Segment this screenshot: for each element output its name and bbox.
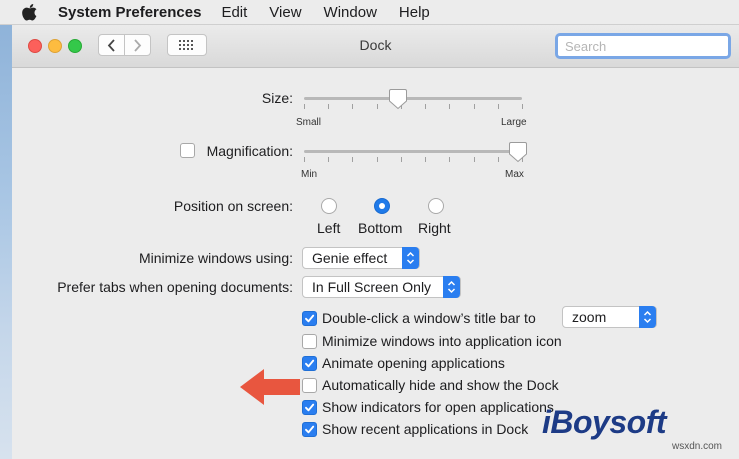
chevron-left-icon (107, 38, 115, 52)
magnification-max-label: Max (505, 169, 524, 180)
size-min-label: Small (296, 117, 322, 128)
prefer-tabs-popup[interactable]: In Full Screen Only (302, 276, 461, 298)
indicators-checkbox[interactable] (302, 400, 317, 415)
desktop-background (0, 25, 12, 459)
magnification-slider-track[interactable] (304, 150, 522, 153)
size-slider-tick (328, 104, 329, 109)
recent-apps-label: Show recent applications in Dock (322, 421, 529, 437)
position-right-label: Right (418, 220, 451, 236)
magnification-slider-tick (425, 157, 426, 162)
size-slider-tick (425, 104, 426, 109)
size-max-label: Large (501, 117, 527, 128)
grid-icon (179, 40, 193, 50)
prefer-tabs-value: In Full Screen Only (312, 279, 432, 295)
autohide-checkbox[interactable] (302, 378, 317, 393)
double-click-label: Double-click a window’s title bar to (322, 310, 536, 326)
size-slider-tick (449, 104, 450, 109)
watermark-logo: iBoysoft (542, 404, 667, 440)
magnification-slider-thumb[interactable] (508, 141, 528, 163)
autohide-label: Automatically hide and show the Dock (322, 377, 559, 393)
show-all-button[interactable] (167, 34, 207, 56)
size-label: Size: (261, 90, 293, 106)
double-click-action-popup[interactable]: zoom (562, 306, 657, 328)
magnification-label: Magnification: (206, 143, 293, 159)
menu-window[interactable]: Window (324, 4, 377, 21)
minimize-effect-value: Genie effect (312, 250, 388, 266)
prefer-tabs-label: Prefer tabs when opening documents: (57, 279, 293, 295)
zoom-button[interactable] (68, 39, 82, 53)
magnification-checkbox[interactable] (180, 143, 195, 158)
size-slider-tick (498, 104, 499, 109)
position-left-radio[interactable] (321, 198, 337, 214)
minimize-into-icon-label: Minimize windows into application icon (322, 333, 562, 349)
animate-checkbox[interactable] (302, 356, 317, 371)
search-input[interactable] (562, 38, 739, 54)
checkmark-icon (305, 314, 315, 323)
size-slider-tick (352, 104, 353, 109)
position-bottom-radio[interactable] (374, 198, 390, 214)
size-slider-tick (377, 104, 378, 109)
size-slider-tick (522, 104, 523, 109)
position-right-radio[interactable] (428, 198, 444, 214)
size-slider-tick (304, 104, 305, 109)
updown-arrows-icon (443, 276, 460, 298)
checkmark-icon (305, 425, 315, 434)
position-bottom-label: Bottom (358, 220, 403, 236)
magnification-slider-tick (304, 157, 305, 162)
magnification-slider-tick (498, 157, 499, 162)
minimize-into-icon-checkbox[interactable] (302, 334, 317, 349)
magnification-min-label: Min (301, 169, 318, 180)
position-label: Position on screen: (173, 198, 293, 214)
updown-arrows-icon (639, 306, 656, 328)
position-left-label: Left (317, 220, 341, 236)
close-button[interactable] (28, 39, 42, 53)
menu-bar: System Preferences Edit View Window Help (0, 0, 739, 25)
menu-edit[interactable]: Edit (221, 4, 247, 21)
updown-arrows-icon (402, 247, 419, 269)
minimize-effect-popup[interactable]: Genie effect (302, 247, 420, 269)
menu-view[interactable]: View (269, 4, 301, 21)
back-button[interactable] (98, 34, 125, 56)
minimize-button[interactable] (48, 39, 62, 53)
menu-app-name[interactable]: System Preferences (58, 4, 201, 21)
annotation-arrow-icon (240, 369, 300, 405)
size-slider-tick (474, 104, 475, 109)
magnification-slider-tick (328, 157, 329, 162)
magnification-slider-tick (377, 157, 378, 162)
apple-icon[interactable] (22, 3, 40, 21)
recent-apps-checkbox[interactable] (302, 422, 317, 437)
menu-help[interactable]: Help (399, 4, 430, 21)
search-field[interactable] (555, 33, 739, 59)
title-bar: Dock (12, 25, 739, 68)
checkmark-icon (305, 359, 315, 368)
size-slider-track[interactable] (304, 97, 522, 100)
minimize-label: Minimize windows using: (138, 250, 293, 266)
watermark-domain: wsxdn.com (672, 441, 723, 452)
double-click-checkbox[interactable] (302, 311, 317, 326)
double-click-action-value: zoom (572, 309, 607, 325)
magnification-slider-tick (474, 157, 475, 162)
magnification-slider-tick (401, 157, 402, 162)
forward-button[interactable] (124, 34, 151, 56)
indicators-label: Show indicators for open applications (322, 399, 554, 415)
magnification-slider-tick (352, 157, 353, 162)
animate-label: Animate opening applications (322, 355, 505, 371)
chevron-right-icon (134, 38, 142, 52)
magnification-slider-tick (449, 157, 450, 162)
size-slider-thumb[interactable] (388, 88, 408, 110)
dock-preferences-window: Dock Size: Small Large Magnification: Mi… (12, 25, 739, 459)
checkmark-icon (305, 403, 315, 412)
